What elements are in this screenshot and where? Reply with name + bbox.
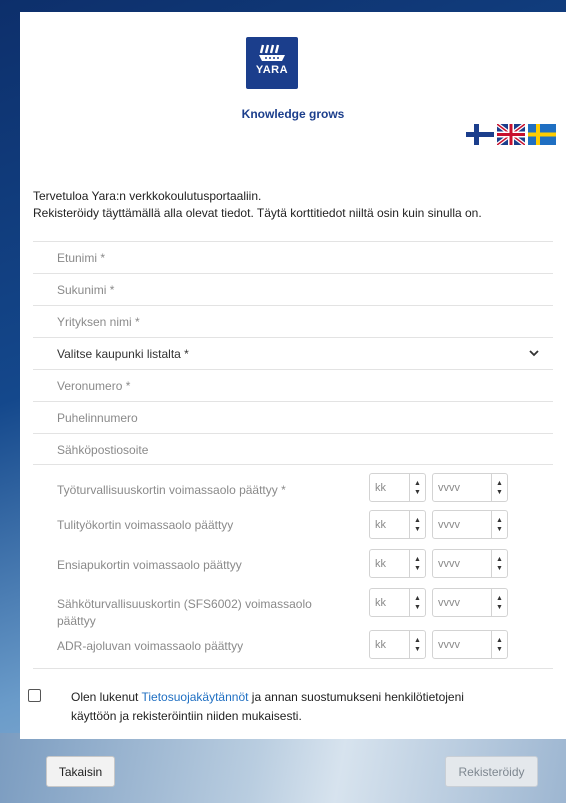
stepper-arrows-icon[interactable]: ▲ ▼ [491, 589, 507, 616]
divider [33, 464, 553, 465]
year-value: vvvv [438, 518, 460, 531]
last-name-input[interactable] [33, 281, 553, 298]
consent-checkbox[interactable] [28, 689, 41, 702]
divider [33, 668, 553, 669]
yara-logo: YARA [246, 37, 298, 89]
fi-flag-icon[interactable] [466, 124, 494, 145]
consent-row: Olen lukenut Tietosuojakäytännöt ja anna… [28, 688, 501, 726]
stepper-arrows-icon[interactable]: ▲ ▼ [409, 550, 425, 577]
card-label-first-aid: Ensiapukortin voimassaolo päättyy [57, 558, 242, 572]
month-stepper[interactable]: kk ▲ ▼ [369, 549, 426, 578]
stepper-arrows-icon[interactable]: ▲ ▼ [491, 550, 507, 577]
tax-number-row [33, 369, 553, 401]
year-stepper[interactable]: vvvv ▲ ▼ [432, 630, 508, 659]
email-row [33, 433, 553, 465]
month-stepper[interactable]: kk ▲ ▼ [369, 588, 426, 617]
back-button[interactable]: Takaisin [46, 756, 115, 787]
stepper-arrows-icon[interactable]: ▲ ▼ [409, 589, 425, 616]
year-stepper[interactable]: vvvv ▲ ▼ [432, 588, 508, 617]
chevron-down-icon [529, 350, 539, 357]
phone-row [33, 401, 553, 433]
first-name-input[interactable] [33, 249, 553, 266]
year-value: vvvv [438, 596, 460, 609]
intro-text: Tervetuloa Yara:n verkkokoulutusportaali… [33, 188, 482, 222]
stepper-arrows-icon[interactable]: ▲ ▼ [409, 511, 425, 538]
city-select[interactable]: Valitse kaupunki listalta * [33, 337, 553, 369]
stepper-arrows-icon[interactable]: ▲ ▼ [491, 511, 507, 538]
month-value: kk [375, 518, 386, 531]
card-label-adr: ADR-ajoluvan voimassaolo päättyy [57, 639, 244, 653]
company-row [33, 305, 553, 337]
month-stepper[interactable]: kk ▲ ▼ [369, 510, 426, 539]
stepper-arrows-icon[interactable]: ▲ ▼ [409, 631, 425, 658]
year-stepper[interactable]: vvvv ▲ ▼ [432, 510, 508, 539]
year-value: vvvv [438, 557, 460, 570]
card-label-electrical-safety: Sähköturvallisuuskortin (SFS6002) voimas… [57, 597, 312, 628]
month-value: kk [375, 596, 386, 609]
logo-text: YARA [255, 64, 289, 76]
intro-welcome: Tervetuloa Yara:n verkkokoulutusportaali… [33, 189, 262, 203]
registration-card: YARA Knowledge grows Tervetuloa Yara:n v… [20, 12, 566, 739]
year-stepper[interactable]: vvvv ▲ ▼ [432, 473, 508, 502]
year-value: vvvv [438, 481, 460, 494]
stepper-arrows-icon[interactable]: ▲ ▼ [409, 474, 425, 501]
last-name-row [33, 273, 553, 305]
phone-input[interactable] [33, 409, 553, 426]
privacy-policy-link[interactable]: Tietosuojakäytännöt [142, 690, 249, 704]
city-select-value: Valitse kaupunki listalta * [57, 346, 189, 361]
tagline: Knowledge grows [241, 107, 345, 121]
register-button[interactable]: Rekisteröidy [445, 756, 538, 787]
month-stepper[interactable]: kk ▲ ▼ [369, 473, 426, 502]
card-label-safety: Työturvallisuuskortin voimassaolo päätty… [57, 483, 286, 497]
consent-text-start: Olen lukenut [71, 690, 142, 704]
uk-flag-icon[interactable] [497, 124, 525, 145]
year-stepper[interactable]: vvvv ▲ ▼ [432, 549, 508, 578]
month-value: kk [375, 481, 386, 494]
stepper-arrows-icon[interactable]: ▲ ▼ [491, 474, 507, 501]
year-value: vvvv [438, 638, 460, 651]
consent-text: Olen lukenut Tietosuojakäytännöt ja anna… [71, 688, 501, 726]
stepper-arrows-icon[interactable]: ▲ ▼ [491, 631, 507, 658]
se-flag-icon[interactable] [528, 124, 556, 145]
month-value: kk [375, 557, 386, 570]
intro-instructions: Rekisteröidy täyttämällä alla olevat tie… [33, 206, 482, 220]
viking-ship-icon [259, 44, 285, 61]
card-label-hot-work: Tulityökortin voimassaolo päättyy [57, 518, 234, 532]
language-selector [466, 124, 556, 145]
first-name-row [33, 241, 553, 273]
month-value: kk [375, 638, 386, 651]
month-stepper[interactable]: kk ▲ ▼ [369, 630, 426, 659]
email-input[interactable] [33, 441, 553, 458]
tax-number-input[interactable] [33, 377, 553, 394]
company-input[interactable] [33, 313, 553, 330]
